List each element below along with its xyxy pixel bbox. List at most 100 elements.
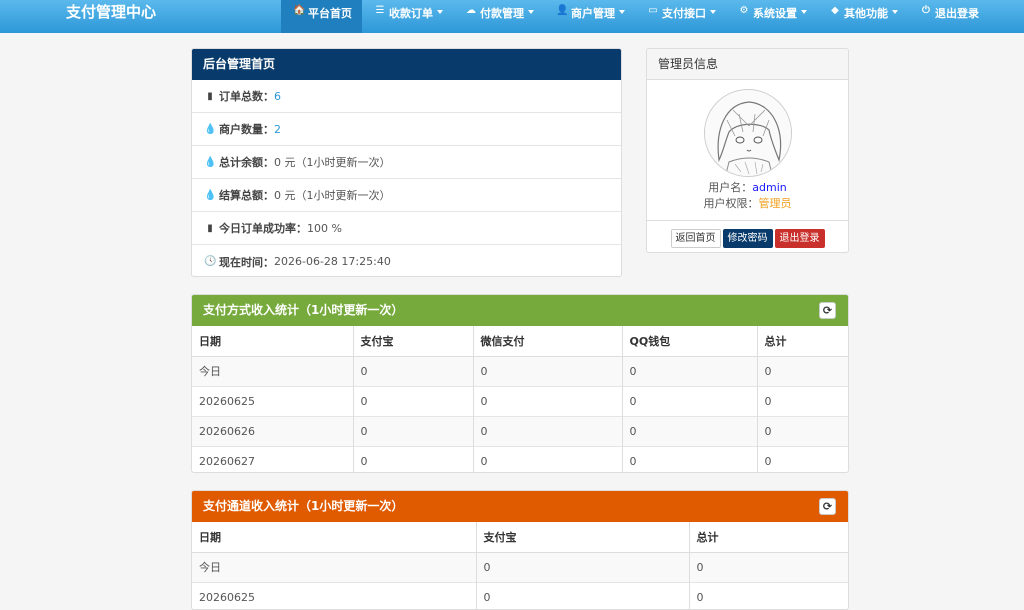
role-line: 用户权限：管理员 — [647, 196, 848, 212]
nav-item-4[interactable]: ▭ 支付接口 — [635, 0, 726, 33]
chevron-down-icon — [801, 10, 807, 14]
admin-panel-title: 管理员信息 — [647, 49, 848, 80]
column-header: 支付宝 — [353, 326, 474, 357]
table-cell: 0 — [757, 445, 848, 472]
brand-title[interactable]: 支付管理中心 — [66, 0, 156, 33]
dashboard-list: ▮ 订单总数： 6 💧 商户数量： 2 💧 总计余额： 0 元（1小时更新一次） 💧 结算总额： 0 … — [192, 80, 621, 276]
table-cell: 0 — [757, 355, 848, 386]
stat-value: 6 — [274, 89, 281, 103]
home-icon: 🏠 — [293, 5, 306, 16]
clock-icon: 🕓 — [204, 256, 217, 267]
table-cell: 0 — [622, 385, 758, 416]
chevron-down-icon — [892, 10, 898, 14]
table-cell: 0 — [473, 415, 623, 446]
list-item: 💧 商户数量： 2 — [192, 113, 621, 146]
list-icon: ☰ — [375, 5, 385, 16]
table-cell: 0 — [622, 415, 758, 446]
table-cell: 0 — [689, 551, 848, 582]
table-cell: 0 — [689, 581, 848, 609]
back-home-button[interactable]: 返回首页 — [670, 229, 721, 248]
table-cell: 今日 — [192, 551, 477, 582]
logout-button[interactable]: 退出登录 — [774, 229, 825, 248]
list-item: 🕓 现在时间： 2026-06-28 17:25:40 — [192, 245, 621, 276]
nav-item-6[interactable]: ◆ 其他功能 — [817, 0, 908, 33]
paytype-stats-title-text: 支付方式收入统计（1小时更新一次） — [203, 303, 404, 317]
table-cell: 20260625 — [192, 581, 477, 609]
nav-item-label: 其他功能 — [844, 7, 888, 20]
stat-label: 总计余额： — [219, 156, 274, 169]
bar-chart-icon: ▮ — [207, 222, 213, 234]
nav-item-1[interactable]: ☰ 收款订单 — [362, 0, 453, 33]
nav-item-7[interactable]: ⏻ 退出登录 — [908, 0, 989, 33]
table-cell: 0 — [353, 415, 474, 446]
username-line: 用户名：admin — [647, 180, 848, 196]
table-row: 20260627 0 0 0 0 — [192, 445, 848, 472]
admin-actions: 返回首页 修改密码 退出登录 — [647, 220, 848, 248]
table-header-row: 日期 支付宝 微信支付 QQ钱包 总计 — [192, 326, 848, 357]
refresh-icon[interactable]: ⟳ — [819, 498, 836, 515]
channel-stats-panel: 支付通道收入统计（1小时更新一次） ⟳ 日期 支付宝 总计 今日 0 0 20260625… — [191, 490, 849, 610]
table-row: 20260626 0 0 0 0 — [192, 415, 848, 446]
admin-panel: 管理员信息 用户名：admin 用户权限：管理员 返回首页 修改密码 退出登录 — [646, 48, 849, 253]
table-cell: 0 — [476, 551, 690, 582]
table-cell: 0 — [476, 581, 690, 609]
drop-icon: 💧 — [204, 123, 217, 135]
nav-item-label: 付款管理 — [480, 7, 524, 20]
dashboard-panel: 后台管理首页 ▮ 订单总数： 6 💧 商户数量： 2 💧 总计余额： 0 元（1小时更新一次） 💧… — [191, 48, 622, 277]
list-item: 💧 总计余额： 0 元（1小时更新一次） — [192, 146, 621, 179]
table-cell: 0 — [757, 415, 848, 446]
table-cell: 0 — [473, 355, 623, 386]
list-item: ▮ 订单总数： 6 — [192, 80, 621, 113]
nav-item-3[interactable]: 👤 商户管理 — [544, 0, 635, 33]
user-icon: 👤 — [556, 5, 569, 16]
channel-stats-title-text: 支付通道收入统计（1小时更新一次） — [203, 499, 404, 513]
avatar — [703, 89, 792, 177]
username-value: admin — [752, 181, 787, 194]
nav-item-label: 收款订单 — [389, 7, 433, 20]
table-row: 今日 0 0 — [192, 551, 848, 582]
username-label: 用户名： — [708, 181, 753, 194]
column-header: 微信支付 — [473, 326, 623, 357]
channel-stats-title: 支付通道收入统计（1小时更新一次） ⟳ — [192, 491, 848, 522]
nav-item-2[interactable]: ☁ 付款管理 — [453, 0, 544, 33]
column-header: 日期 — [192, 326, 354, 357]
table-cell: 今日 — [192, 355, 354, 386]
table-cell: 0 — [473, 445, 623, 472]
table-row: 20260625 0 0 — [192, 581, 848, 609]
nav-item-label: 商户管理 — [571, 7, 615, 20]
table-cell: 0 — [757, 385, 848, 416]
stat-value: 0 元（1小时更新一次） — [274, 189, 391, 202]
stat-value: 100 % — [307, 221, 342, 235]
nav-item-label: 支付接口 — [662, 7, 706, 20]
bar-chart-icon: ▮ — [207, 90, 213, 102]
cube-icon: ◆ — [831, 5, 839, 16]
nav-item-label: 退出登录 — [935, 7, 979, 20]
power-icon: ⏻ — [922, 5, 930, 16]
paytype-stats-panel: 支付方式收入统计（1小时更新一次） ⟳ 日期 支付宝 微信支付 QQ钱包 总计 今日 0 0… — [191, 294, 849, 473]
table-cell: 0 — [353, 355, 474, 386]
cloud-icon: ☁ — [466, 5, 476, 16]
nav-item-label: 平台首页 — [308, 7, 352, 20]
table-cell: 0 — [353, 385, 474, 416]
column-header: 总计 — [757, 326, 848, 357]
nav-item-0[interactable]: 🏠 平台首页 — [281, 0, 362, 33]
refresh-icon[interactable]: ⟳ — [819, 302, 836, 319]
stat-label: 现在时间： — [219, 255, 274, 269]
stat-label: 今日订单成功率： — [219, 222, 307, 235]
table-cell: 20260625 — [192, 385, 354, 416]
column-header: QQ钱包 — [622, 326, 758, 357]
nav-item-5[interactable]: ⚙ 系统设置 — [726, 0, 817, 33]
column-header: 总计 — [689, 522, 848, 553]
table-cell: 0 — [622, 445, 758, 472]
paytype-stats-title: 支付方式收入统计（1小时更新一次） ⟳ — [192, 295, 848, 326]
card-icon: ▭ — [648, 5, 658, 16]
table-row: 20260625 0 0 0 0 — [192, 385, 848, 416]
table-cell: 0 — [353, 445, 474, 472]
stat-value: 2026-06-28 17:25:40 — [274, 255, 391, 268]
top-navbar: 支付管理中心 🏠 平台首页 ☰ 收款订单 ☁ 付款管理 👤 商户管理 ▭ 支付接口 ⚙ 系统设置 ◆ 其他… — [0, 0, 1024, 33]
gear-icon: ⚙ — [739, 5, 749, 16]
table-header-row: 日期 支付宝 总计 — [192, 522, 848, 553]
stat-label: 订单总数： — [219, 90, 274, 103]
chevron-down-icon — [528, 10, 534, 14]
change-password-button[interactable]: 修改密码 — [722, 229, 773, 248]
